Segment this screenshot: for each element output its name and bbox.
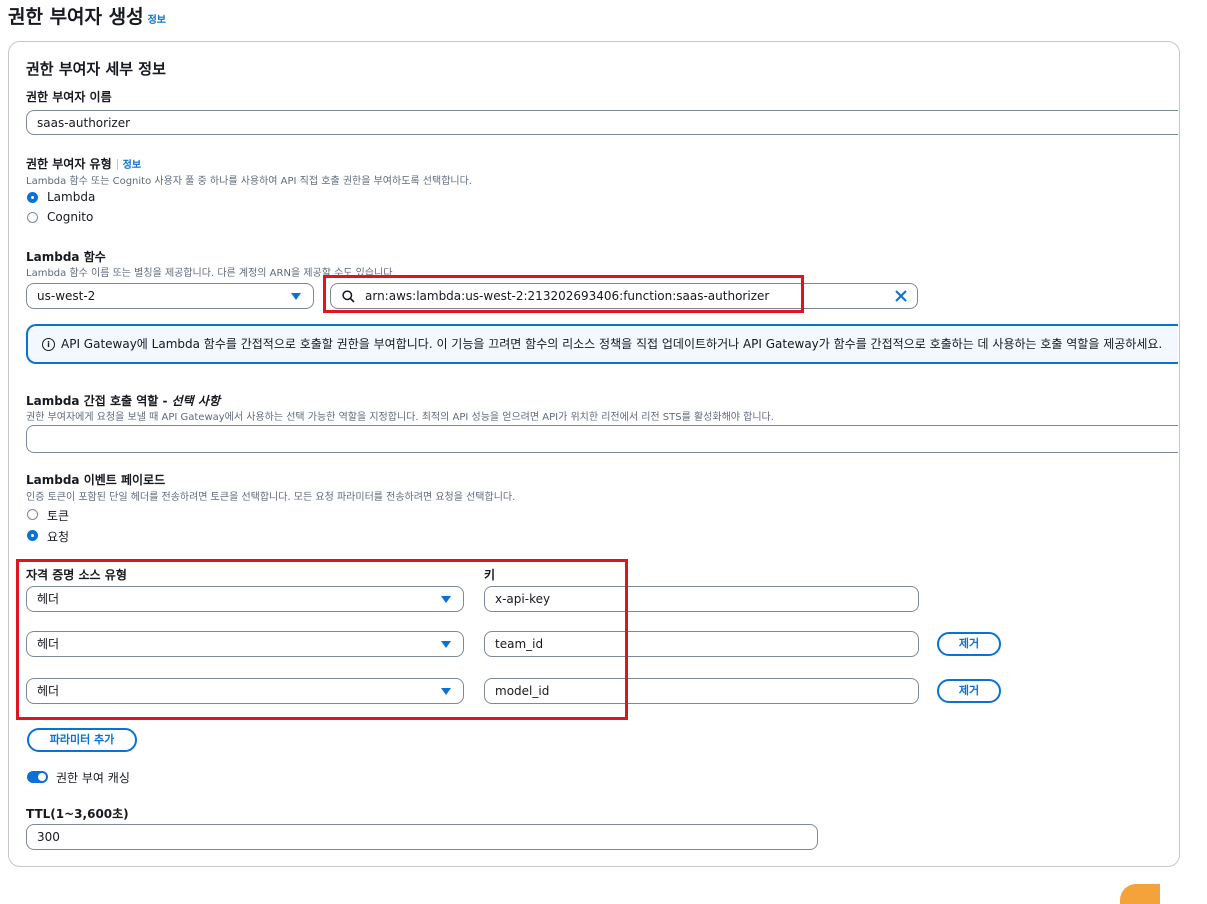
radio-request-label: 요청: [47, 530, 70, 544]
lambda-function-label: Lambda 함수: [26, 250, 106, 264]
highlight-identity-sources-box: [16, 559, 628, 720]
caching-toggle[interactable]: [27, 771, 48, 783]
info-circle-icon: i: [42, 338, 55, 351]
primary-button-edge[interactable]: [1120, 884, 1160, 904]
authorizer-details-card: [8, 41, 1180, 867]
invoke-role-optional: 선택 사항: [171, 394, 220, 408]
ttl-label: TTL(1~3,600초): [26, 807, 129, 821]
page-info-link[interactable]: 정보: [148, 15, 166, 26]
invoke-role-label: Lambda 간접 호출 역할 - 선택 사항: [26, 392, 220, 409]
page-title-text: 권한 부여자 생성: [8, 6, 144, 28]
info-alert-text: API Gateway에 Lambda 함수를 간접적으로 호출할 권한을 부여…: [61, 337, 1163, 351]
event-payload-description: 인증 토큰이 포함된 단일 헤더를 전송하려면 토큰을 선택합니다. 모든 요청…: [26, 492, 516, 503]
invoke-role-description: 권한 부여자에게 요청을 보낼 때 API Gateway에서 사용하는 선택 …: [26, 412, 774, 423]
radio-cognito[interactable]: [27, 212, 38, 223]
radio-request[interactable]: [27, 530, 38, 541]
radio-token[interactable]: [27, 509, 38, 520]
page-title: 권한 부여자 생성 정보: [8, 2, 166, 29]
region-select[interactable]: us-west-2: [26, 283, 314, 309]
section-title: 권한 부여자 세부 정보: [26, 60, 166, 78]
radio-lambda[interactable]: [27, 192, 38, 203]
region-select-value: us-west-2: [37, 289, 96, 303]
highlight-arn-box: [323, 275, 804, 313]
invoke-role-label-text: Lambda 간접 호출 역할 -: [26, 394, 172, 408]
add-parameter-button[interactable]: 파라미터 추가: [27, 728, 137, 752]
type-description: Lambda 함수 또는 Cognito 사용자 풀 중 하나를 사용하여 AP…: [26, 176, 472, 187]
name-label: 권한 부여자 이름: [26, 90, 112, 104]
event-payload-label: Lambda 이벤트 페이로드: [26, 473, 166, 487]
radio-cognito-label: Cognito: [47, 210, 94, 224]
ttl-input[interactable]: 300: [26, 824, 818, 850]
clear-icon[interactable]: [895, 290, 907, 302]
info-alert: i API Gateway에 Lambda 함수를 간접적으로 호출할 권한을 부…: [26, 324, 1178, 364]
radio-lambda-label: Lambda: [47, 190, 96, 204]
invoke-role-input[interactable]: [26, 425, 1178, 453]
remove-button-2[interactable]: 제거: [937, 632, 1001, 656]
authorizer-name-input[interactable]: saas-authorizer: [26, 110, 1178, 135]
radio-token-label: 토큰: [47, 509, 70, 523]
remove-button-3[interactable]: 제거: [937, 679, 1001, 703]
type-info-link[interactable]: 정보: [123, 160, 141, 171]
caching-toggle-label: 권한 부여 캐싱: [56, 771, 130, 785]
type-label: 권한 부여자 유형: [26, 157, 112, 171]
type-label-row: 권한 부여자 유형 정보: [26, 155, 141, 172]
caret-down-icon: [291, 293, 301, 300]
